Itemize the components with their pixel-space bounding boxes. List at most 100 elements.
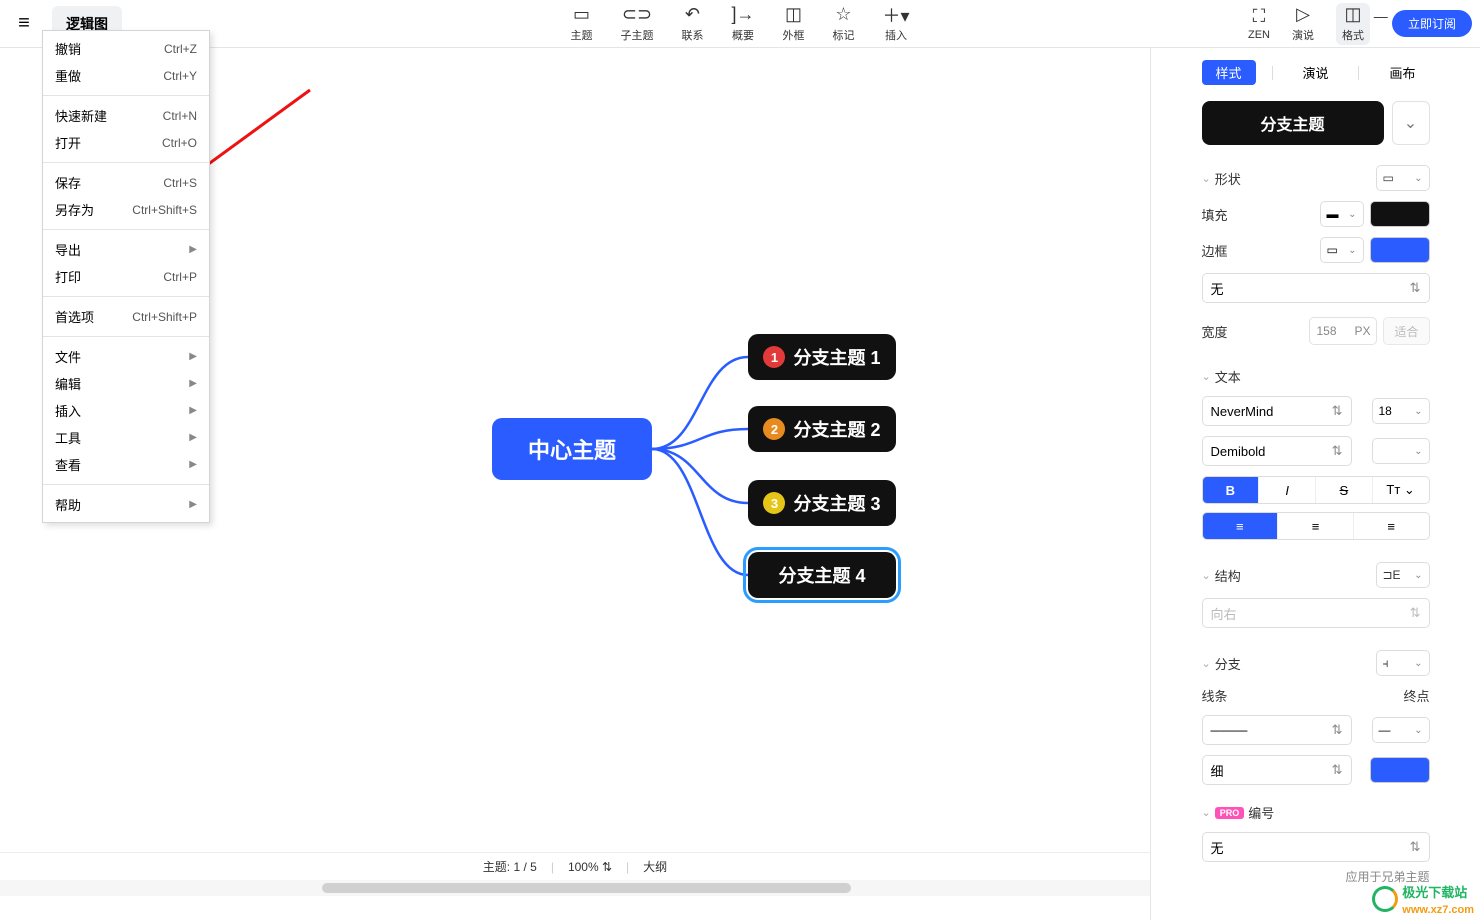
align-right-button[interactable]: ≡ bbox=[1354, 513, 1429, 539]
fill-pattern-select[interactable]: ▬⌄ bbox=[1320, 201, 1364, 227]
node-branch-2[interactable]: 2分支主题 2 bbox=[748, 406, 896, 452]
width-input[interactable]: 158PX bbox=[1309, 317, 1377, 345]
chevron-right-icon: ▶ bbox=[189, 378, 197, 389]
tab-presentation[interactable]: 演说 bbox=[1288, 60, 1342, 85]
horizontal-scrollbar[interactable] bbox=[0, 880, 1150, 896]
thickness-select[interactable]: 细⇅ bbox=[1202, 755, 1352, 785]
border-style-select[interactable]: ▭⌄ bbox=[1320, 237, 1364, 263]
font-size-select[interactable]: 18⌄ bbox=[1372, 398, 1430, 424]
chevron-down-icon: ⌄ bbox=[1202, 172, 1211, 185]
tool-presentation[interactable]: ▷演说 bbox=[1292, 5, 1314, 43]
tool-zen[interactable]: ⛶ZEN bbox=[1248, 7, 1270, 41]
endpoint-icon: — bbox=[1379, 723, 1391, 737]
tool-relationship[interactable]: ↶联系 bbox=[681, 5, 703, 43]
scrollbar-thumb[interactable] bbox=[322, 883, 851, 893]
menu-edit[interactable]: 编辑▶ bbox=[43, 370, 209, 397]
menu-save-as[interactable]: 另存为Ctrl+Shift+S bbox=[43, 196, 209, 223]
zoom-level[interactable]: 100% ⇅ bbox=[568, 860, 612, 874]
tool-subtopic[interactable]: ⊂⊃子主题 bbox=[620, 5, 653, 43]
tool-marker[interactable]: ☆标记 bbox=[832, 5, 854, 43]
chevron-right-icon: ▶ bbox=[189, 432, 197, 443]
tool-summary[interactable]: ]→概要 bbox=[731, 5, 754, 43]
summary-icon: ]→ bbox=[731, 5, 754, 25]
section-shape-label: 形状 bbox=[1215, 169, 1241, 188]
node-branch-4-selected[interactable]: 分支主题 4 bbox=[748, 552, 896, 598]
endpoint-select[interactable]: —⌄ bbox=[1372, 717, 1430, 743]
line-style-select[interactable]: ────⇅ bbox=[1202, 715, 1352, 745]
fill-color-swatch[interactable] bbox=[1370, 201, 1430, 227]
font-weight-select[interactable]: Demibold⇅ bbox=[1202, 436, 1352, 466]
marker-3-icon: 3 bbox=[763, 492, 785, 514]
italic-button[interactable]: I bbox=[1259, 477, 1316, 503]
tool-boundary[interactable]: ◫外框 bbox=[782, 5, 804, 43]
menu-undo[interactable]: 撤销Ctrl+Z bbox=[43, 35, 209, 62]
panel-tabs: 样式 演说 画布 bbox=[1202, 60, 1430, 85]
node-branch-1[interactable]: 1分支主题 1 bbox=[748, 334, 896, 380]
menu-save[interactable]: 保存Ctrl+S bbox=[43, 169, 209, 196]
align-center-button[interactable]: ≡ bbox=[1278, 513, 1354, 539]
format-panel: 样式 演说 画布 分支主题 ⌄ ⌄形状 ▭⌄ 填充 ▬⌄ 边框 ▭⌄ 无⇅ 宽度 bbox=[1150, 48, 1480, 920]
font-color-select[interactable]: ⌄ bbox=[1372, 438, 1430, 464]
node-center[interactable]: 中心主题 bbox=[492, 418, 652, 480]
menu-tools[interactable]: 工具▶ bbox=[43, 424, 209, 451]
border-shape-icon: ▭ bbox=[1327, 243, 1338, 257]
insert-icon: ＋▾ bbox=[882, 5, 909, 25]
structure-icon: ⊐Ε bbox=[1383, 568, 1401, 582]
menu-print[interactable]: 打印Ctrl+P bbox=[43, 263, 209, 290]
topic-icon: ▭ bbox=[573, 5, 590, 25]
menu-redo[interactable]: 重做Ctrl+Y bbox=[43, 62, 209, 89]
play-icon: ▷ bbox=[1296, 5, 1310, 25]
menu-open[interactable]: 打开Ctrl+O bbox=[43, 129, 209, 156]
chevron-right-icon: ▶ bbox=[189, 459, 197, 470]
tab-style[interactable]: 样式 bbox=[1202, 60, 1256, 85]
chevron-down-icon: ⌄ bbox=[1202, 657, 1211, 670]
menu-quick-new[interactable]: 快速新建Ctrl+N bbox=[43, 102, 209, 129]
subscribe-button[interactable]: 立即订阅 bbox=[1392, 10, 1472, 37]
top-toolbar: ≡ 逻辑图 ▭主题 ⊂⊃子主题 ↶联系 ]→概要 ◫外框 ☆标记 ＋▾插入 ⛶Z… bbox=[0, 0, 1480, 48]
chevron-right-icon: ▶ bbox=[189, 351, 197, 362]
align-left-button[interactable]: ≡ bbox=[1203, 513, 1279, 539]
fit-button[interactable]: 适合 bbox=[1383, 317, 1429, 345]
text-transform-button[interactable]: Tᴛ ⌄ bbox=[1373, 477, 1429, 503]
menu-export[interactable]: 导出▶ bbox=[43, 236, 209, 263]
chevron-right-icon: ▶ bbox=[189, 244, 197, 255]
boundary-icon: ◫ bbox=[785, 5, 802, 25]
solid-fill-icon: ▬ bbox=[1327, 207, 1339, 221]
status-topic-count: 主题: 1 / 5 bbox=[483, 858, 537, 875]
outline-toggle[interactable]: 大纲 bbox=[643, 858, 667, 875]
menu-view[interactable]: 查看▶ bbox=[43, 451, 209, 478]
tool-topic[interactable]: ▭主题 bbox=[570, 5, 592, 43]
numbering-select[interactable]: 无⇅ bbox=[1202, 832, 1430, 862]
format-icon: ◫ bbox=[1344, 5, 1361, 25]
direction-select[interactable]: 向右⇅ bbox=[1202, 598, 1430, 628]
border-line-select[interactable]: 无⇅ bbox=[1202, 273, 1430, 303]
menu-help[interactable]: 帮助▶ bbox=[43, 491, 209, 518]
menu-preferences[interactable]: 首选项Ctrl+Shift+P bbox=[43, 303, 209, 330]
branch-icon: ⫞ bbox=[1383, 656, 1389, 671]
relationship-icon: ↶ bbox=[685, 5, 700, 25]
topic-type-dropdown[interactable]: ⌄ bbox=[1392, 101, 1430, 145]
strikethrough-button[interactable]: S bbox=[1316, 477, 1373, 503]
topic-type-chip[interactable]: 分支主题 bbox=[1202, 101, 1384, 145]
watermark-logo-icon bbox=[1372, 886, 1398, 912]
branch-color-swatch[interactable] bbox=[1370, 757, 1430, 783]
chevron-right-icon: ▶ bbox=[189, 499, 197, 510]
status-bar: 主题: 1 / 5 | 100% ⇅ | 大纲 bbox=[0, 852, 1150, 880]
fill-label: 填充 bbox=[1202, 205, 1228, 224]
shape-select[interactable]: ▭⌄ bbox=[1376, 165, 1430, 191]
line-solid-icon: ──── bbox=[1211, 723, 1248, 738]
tool-format[interactable]: ◫格式 bbox=[1336, 3, 1370, 45]
node-branch-3[interactable]: 3分支主题 3 bbox=[748, 480, 896, 526]
border-color-swatch[interactable] bbox=[1370, 237, 1430, 263]
menu-insert[interactable]: 插入▶ bbox=[43, 397, 209, 424]
menu-file[interactable]: 文件▶ bbox=[43, 343, 209, 370]
menu-icon[interactable]: ≡ bbox=[0, 12, 48, 35]
bold-button[interactable]: B bbox=[1203, 477, 1260, 503]
tool-insert[interactable]: ＋▾插入 bbox=[882, 5, 909, 43]
section-structure-label: 结构 bbox=[1215, 566, 1241, 585]
branch-style-select[interactable]: ⫞⌄ bbox=[1376, 650, 1430, 676]
tab-canvas[interactable]: 画布 bbox=[1375, 60, 1429, 85]
structure-select[interactable]: ⊐Ε⌄ bbox=[1376, 562, 1430, 588]
font-family-select[interactable]: NeverMind⇅ bbox=[1202, 396, 1352, 426]
chevron-down-icon: ⌄ bbox=[1202, 806, 1211, 819]
